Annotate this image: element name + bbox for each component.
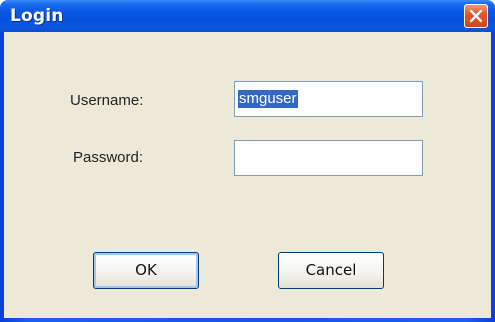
ok-button[interactable]: OK bbox=[93, 252, 199, 289]
close-button[interactable] bbox=[464, 4, 488, 28]
username-label: Username: bbox=[70, 92, 144, 109]
password-label: Password: bbox=[73, 149, 144, 166]
title-bar[interactable]: Login bbox=[0, 0, 495, 32]
close-icon bbox=[469, 9, 483, 23]
username-value: smguser bbox=[238, 90, 298, 108]
dialog-body: Username: smguser Password: OK Cancel bbox=[4, 32, 491, 318]
password-field[interactable] bbox=[234, 140, 423, 176]
cancel-button[interactable]: Cancel bbox=[278, 252, 384, 289]
window-title: Login bbox=[10, 6, 64, 26]
username-field[interactable]: smguser bbox=[234, 81, 423, 117]
login-dialog: Login Username: smguser Password: OK Can… bbox=[0, 0, 495, 322]
